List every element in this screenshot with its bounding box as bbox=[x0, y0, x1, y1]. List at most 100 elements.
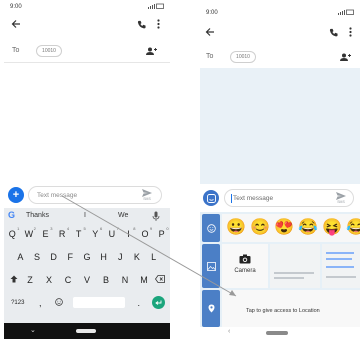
suggestion-3[interactable]: We bbox=[118, 212, 128, 219]
key-z[interactable]: Z bbox=[23, 275, 37, 285]
key-a[interactable]: A bbox=[13, 252, 27, 262]
suggestion-1[interactable]: Thanks bbox=[26, 212, 49, 219]
to-label: To bbox=[206, 53, 214, 60]
recipient-chip[interactable]: 10010 bbox=[230, 51, 256, 63]
key-letter: V bbox=[83, 274, 90, 285]
key-m[interactable]: M bbox=[137, 275, 151, 285]
key-k[interactable]: K bbox=[130, 252, 144, 262]
emoji-key[interactable] bbox=[54, 297, 64, 308]
key-q[interactable]: Q1 bbox=[5, 226, 20, 239]
emoji-joy[interactable]: 😂 bbox=[298, 220, 318, 236]
key-e[interactable]: E3 bbox=[38, 226, 52, 239]
status-time: 9:00 bbox=[10, 4, 22, 10]
nav-back-chevron-icon[interactable]: ⌄ bbox=[30, 326, 36, 334]
camera-tile[interactable]: Camera bbox=[222, 244, 268, 288]
google-g-icon[interactable]: G bbox=[8, 210, 15, 220]
emoji-grinning[interactable]: 😀 bbox=[226, 220, 246, 236]
phone-call-icon[interactable] bbox=[326, 24, 340, 40]
key-y[interactable]: Y6 bbox=[88, 225, 103, 239]
key-j[interactable]: J bbox=[113, 252, 127, 262]
key-letter: R bbox=[58, 228, 66, 239]
gallery-tab[interactable] bbox=[202, 244, 220, 288]
message-input[interactable]: Text message bbox=[224, 189, 354, 207]
add-contact-icon[interactable] bbox=[338, 51, 352, 63]
key-row-2: ASDFGHJKL bbox=[4, 248, 170, 265]
comma-key[interactable]: , bbox=[36, 298, 44, 308]
key-letter: A bbox=[17, 251, 24, 262]
emoji-heart-eyes[interactable]: 😍 bbox=[274, 220, 294, 236]
enter-key[interactable] bbox=[152, 296, 166, 309]
key-s[interactable]: S bbox=[30, 252, 44, 262]
key-letter: Y bbox=[92, 228, 99, 239]
key-letter: N bbox=[121, 274, 129, 285]
add-contact-icon[interactable] bbox=[144, 45, 158, 57]
key-row-1: Q1W2E3R4T5Y6U7I8O9P0 bbox=[4, 225, 170, 242]
key-letter: Z bbox=[27, 274, 33, 285]
key-u[interactable]: U7 bbox=[105, 226, 119, 239]
sticker-button[interactable] bbox=[203, 190, 219, 206]
nav-back-chevron-icon[interactable]: ‹ bbox=[228, 328, 230, 335]
to-label: To bbox=[12, 47, 20, 54]
key-number-hint: 4 bbox=[66, 225, 70, 231]
app-bar bbox=[4, 14, 170, 36]
more-options-icon[interactable] bbox=[152, 16, 164, 32]
compose-bar: + Text message SMS bbox=[4, 184, 170, 206]
key-c[interactable]: C bbox=[61, 275, 75, 285]
message-placeholder: Text message bbox=[37, 191, 78, 199]
gallery-thumb-2[interactable] bbox=[322, 244, 360, 288]
key-w[interactable]: W2 bbox=[22, 226, 36, 239]
back-arrow-icon[interactable] bbox=[202, 24, 218, 40]
recipient-chip[interactable]: 10010 bbox=[36, 45, 62, 57]
microphone-icon[interactable] bbox=[152, 211, 160, 221]
back-arrow-icon[interactable] bbox=[8, 16, 24, 32]
location-pin-icon bbox=[208, 304, 214, 313]
backspace-key[interactable] bbox=[153, 274, 167, 285]
send-sms-button[interactable]: SMS bbox=[336, 192, 346, 204]
nav-home-pill[interactable] bbox=[76, 329, 96, 333]
key-b[interactable]: B bbox=[99, 275, 113, 285]
key-h[interactable]: H bbox=[97, 252, 111, 262]
space-bar[interactable] bbox=[73, 297, 126, 308]
key-number-hint: 6 bbox=[100, 225, 103, 231]
period-key[interactable]: . bbox=[135, 298, 143, 308]
key-x[interactable]: X bbox=[42, 275, 56, 285]
send-sms-button[interactable]: SMS bbox=[142, 189, 152, 201]
key-g[interactable]: G bbox=[80, 252, 94, 262]
location-access-tile[interactable]: Tap to give access to Location bbox=[222, 290, 360, 327]
key-letter: D bbox=[50, 251, 57, 262]
phone-screen-keyboard: 9:00 To 10010 + Text message SMS G Thank… bbox=[4, 0, 170, 339]
key-n[interactable]: N bbox=[118, 275, 132, 285]
shift-key[interactable] bbox=[7, 275, 21, 285]
key-i[interactable]: I8 bbox=[121, 226, 135, 239]
key-f[interactable]: F bbox=[63, 252, 77, 262]
key-v[interactable]: V bbox=[80, 275, 94, 285]
add-attachment-button[interactable]: + bbox=[8, 187, 24, 203]
location-tab[interactable] bbox=[202, 290, 220, 327]
emoji-tab[interactable] bbox=[202, 214, 220, 242]
gallery-thumb-1[interactable] bbox=[270, 244, 320, 288]
key-o[interactable]: O9 bbox=[138, 226, 153, 239]
compose-bar: Text message SMS bbox=[200, 186, 360, 210]
key-letter: B bbox=[102, 274, 109, 285]
emoji-smiling[interactable]: 😊 bbox=[250, 220, 270, 236]
recipient-row: To 10010 bbox=[200, 46, 360, 68]
emoji-partial[interactable]: 😂 bbox=[346, 220, 360, 236]
signal-battery-icon bbox=[338, 9, 354, 15]
key-letter: O bbox=[141, 228, 149, 239]
key-t[interactable]: T5 bbox=[72, 226, 86, 239]
status-bar: 9:00 bbox=[200, 6, 360, 20]
key-letter: Q bbox=[8, 228, 16, 239]
symbols-key[interactable]: ?123 bbox=[9, 300, 27, 306]
shift-arrow-icon bbox=[10, 275, 18, 282]
key-p[interactable]: P0 bbox=[155, 226, 169, 239]
suggestion-2[interactable]: I bbox=[84, 212, 86, 219]
key-d[interactable]: D bbox=[47, 252, 61, 262]
text-cursor bbox=[231, 193, 232, 203]
sticker-icon bbox=[206, 193, 216, 203]
phone-call-icon[interactable] bbox=[134, 16, 148, 32]
key-l[interactable]: L bbox=[147, 252, 161, 262]
more-options-icon[interactable] bbox=[344, 24, 356, 40]
nav-home-pill[interactable] bbox=[266, 331, 288, 335]
emoji-tongue[interactable]: 😝 bbox=[322, 220, 342, 236]
key-r[interactable]: R4 bbox=[55, 225, 70, 239]
